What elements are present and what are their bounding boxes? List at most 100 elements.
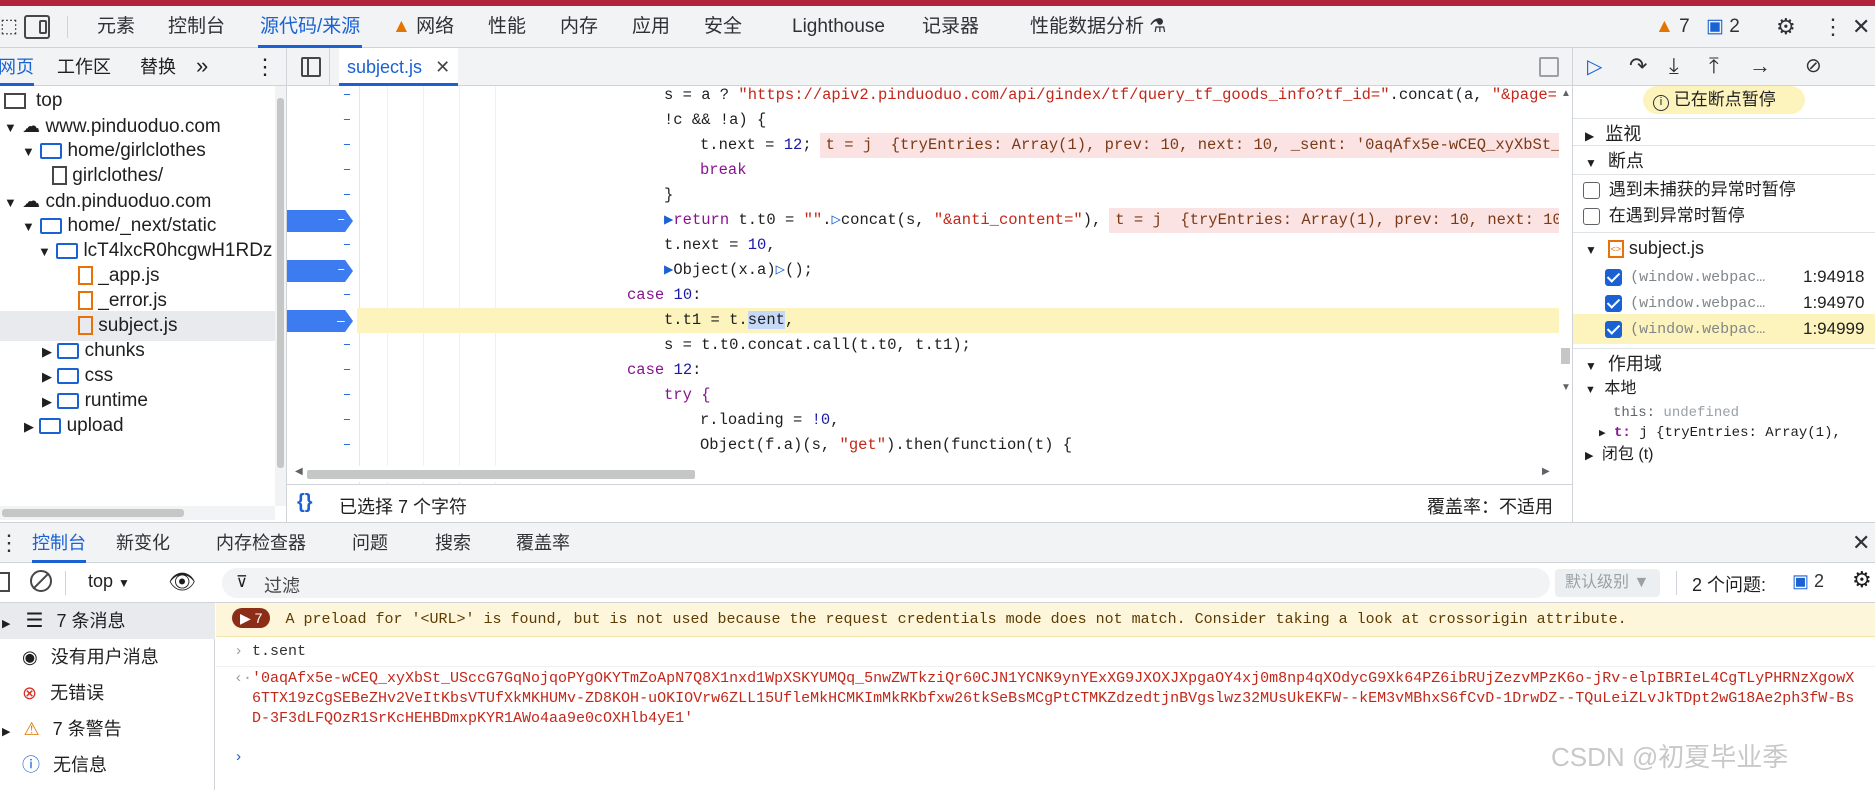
sidebar-item-label: 7 条消息: [56, 611, 126, 631]
tab-performance[interactable]: 性能: [488, 6, 526, 48]
tab-memory[interactable]: 内存: [560, 6, 598, 48]
code-keyword: try {: [664, 386, 711, 404]
debugger-sidebar: ▷ ↷ ⤓ ⤒ → ⊘ i 已在断点暂停 ▶ 监视 ▼ 断点 遇到未捕获的异常时…: [1572, 48, 1875, 522]
code-token: ,: [766, 236, 776, 254]
resume-icon[interactable]: ▷: [1587, 54, 1602, 79]
live-expression-eye-icon[interactable]: 👁: [168, 569, 196, 595]
file-tab-subject-js[interactable]: subject.js ✕: [339, 48, 459, 86]
dropdown-arrow-icon: ▼: [118, 576, 130, 590]
inline-value-preview[interactable]: t = j {tryEntries: Array(1), prev: 10, n…: [1109, 208, 1559, 233]
drawer-tab-search[interactable]: 搜索: [435, 523, 471, 563]
log-level-selector[interactable]: 默认级别 ▼: [1555, 569, 1660, 597]
deactivate-breakpoints-icon[interactable]: ⊘: [1805, 53, 1822, 78]
clear-console-icon[interactable]: [30, 570, 52, 592]
warnings-badge[interactable]: ▲ 7: [1655, 6, 1690, 48]
scrollbar-thumb[interactable]: [1561, 348, 1570, 364]
code-area[interactable]: – s = a ? "https://apiv2.pinduoduo.com/ap…: [287, 86, 1559, 496]
drawer-tab-console[interactable]: 控制台: [32, 523, 86, 563]
tab-page[interactable]: 网页: [0, 48, 34, 86]
checkbox-checked[interactable]: [1605, 320, 1622, 338]
editor-vertical-scrollbar[interactable]: ▲ ▼: [1559, 86, 1572, 496]
drawer-tab-coverage[interactable]: 覆盖率: [516, 523, 570, 563]
tab-recorder[interactable]: 记录器: [922, 6, 979, 48]
tab-network[interactable]: ▲ 网络: [392, 6, 454, 48]
tree-item-label: www.pinduoduo.com: [45, 116, 221, 137]
pause-caught-option[interactable]: 在遇到异常时暂停: [1573, 201, 1875, 231]
toggle-debugger-icon[interactable]: [1539, 57, 1559, 77]
code-editor: subject.js ✕ – s = a ? "https://apiv2.pin…: [287, 48, 1572, 522]
messages-badge[interactable]: ▣ 2: [1706, 6, 1740, 48]
checkbox-checked[interactable]: [1605, 294, 1622, 312]
breakpoint-file-group[interactable]: ▼ <> subject.js: [1573, 232, 1875, 262]
tab-console[interactable]: 控制台: [168, 6, 225, 48]
drawer-tab-memory-inspector[interactable]: 内存检查器: [216, 523, 306, 563]
scrollbar-thumb[interactable]: [277, 98, 284, 468]
tab-lighthouse[interactable]: Lighthouse: [792, 6, 885, 48]
scrollbar-thumb[interactable]: [2, 509, 184, 517]
sidebar-item-errors[interactable]: ⊗ 无错误: [0, 675, 215, 711]
console-result[interactable]: ‹· '0aqAfx5e-wCEQ_xyXbSt_USccG7GqNojqoPYg…: [216, 669, 1875, 729]
inline-breakpoint-icon[interactable]: ▶: [664, 261, 673, 279]
editor-horizontal-scrollbar[interactable]: ◀ ▶: [287, 466, 1559, 482]
drawer-tab-whats-new[interactable]: 新变化: [116, 523, 170, 563]
context-selector[interactable]: top ▼: [88, 571, 130, 592]
pretty-print-icon[interactable]: {}: [297, 491, 313, 514]
breakpoints-section-header[interactable]: ▼ 断点: [1573, 145, 1875, 175]
inline-breakpoint-icon[interactable]: ▷: [832, 211, 841, 229]
navigator-vertical-scrollbar[interactable]: [275, 86, 286, 506]
tab-application[interactable]: 应用: [632, 6, 670, 48]
tab-security[interactable]: 安全: [704, 6, 742, 48]
navigator-horizontal-scrollbar[interactable]: [0, 506, 275, 520]
sidebar-item-warnings[interactable]: ▶ ⚠ 7 条警告: [0, 711, 215, 747]
step-out-icon[interactable]: ⤒: [1709, 53, 1719, 79]
tree-item-label: home/girlclothes: [67, 140, 206, 161]
code-token: t.t1 = t.: [664, 311, 748, 329]
sidebar-item-info[interactable]: ⓘ 无信息: [0, 747, 215, 783]
breakpoint-item-active[interactable]: (window.webpac… 1:94999: [1573, 314, 1875, 344]
info-icon: ⓘ: [22, 755, 40, 775]
close-devtools-icon[interactable]: ✕: [1852, 6, 1870, 48]
checkbox[interactable]: [1583, 182, 1600, 200]
tab-overrides[interactable]: 替换: [140, 48, 176, 86]
tab-elements[interactable]: 元素: [97, 6, 135, 48]
sidebar-item-user-messages[interactable]: ◉ 没有用户消息: [0, 639, 215, 675]
code-line: – break: [287, 158, 1557, 183]
filter-input[interactable]: 过滤: [264, 572, 300, 598]
close-drawer-icon[interactable]: ✕: [1852, 523, 1870, 563]
sidebar-toggle-icon[interactable]: [0, 572, 10, 592]
sidebar-item-messages[interactable]: ▶ ☰ 7 条消息: [0, 603, 215, 639]
inline-breakpoint-icon[interactable]: ▷: [776, 261, 785, 279]
selected-text[interactable]: sent: [747, 311, 785, 329]
step-over-icon[interactable]: ↷: [1629, 53, 1647, 79]
inspect-icon[interactable]: ⬚: [0, 6, 18, 48]
console-warning-message[interactable]: ▶ 7 A preload for '<URL>' is found, but …: [216, 603, 1875, 637]
watch-section-header[interactable]: ▶ 监视: [1573, 118, 1875, 148]
tab-workspace[interactable]: 工作区: [57, 48, 111, 86]
inline-value-preview[interactable]: t = j {tryEntries: Array(1), prev: 10, n…: [819, 133, 1559, 158]
inline-breakpoint-icon[interactable]: ▶: [664, 211, 673, 229]
more-options-icon[interactable]: ⋮: [1822, 6, 1844, 48]
step-into-icon[interactable]: ⤓: [1669, 53, 1679, 79]
checkbox[interactable]: [1583, 208, 1600, 226]
scope-closure[interactable]: ▶ 闭包 (t): [1573, 440, 1875, 470]
warning-count-badge[interactable]: ▶ 7: [232, 608, 271, 628]
issues-badge[interactable]: ▣ 2: [1792, 571, 1824, 592]
close-tab-icon[interactable]: ✕: [435, 57, 450, 77]
navigator-menu-icon[interactable]: ⋮: [254, 48, 276, 86]
tab-performance-insights[interactable]: 性能数据分析 ⚗: [1030, 6, 1166, 48]
console-settings-gear-icon[interactable]: ⚙: [1852, 567, 1872, 593]
drawer-menu-icon[interactable]: ⋮: [0, 523, 20, 563]
drawer-tab-issues[interactable]: 问题: [352, 523, 388, 563]
step-icon[interactable]: →: [1749, 53, 1771, 79]
tab-sources[interactable]: 源代码/来源: [258, 6, 363, 48]
folder-icon: [39, 417, 62, 434]
device-toolbar-icon[interactable]: [24, 15, 50, 39]
settings-gear-icon[interactable]: ⚙: [1776, 6, 1796, 48]
console-filter[interactable]: ⊽ 过滤: [222, 568, 1550, 598]
scrollbar-thumb[interactable]: [307, 470, 695, 479]
checkbox-checked[interactable]: [1605, 268, 1622, 286]
tree-item-folder[interactable]: ▶ upload: [24, 411, 124, 441]
more-tabs-chevron-icon[interactable]: »: [196, 48, 208, 86]
toggle-navigator-icon[interactable]: [301, 57, 321, 77]
pause-uncaught-option[interactable]: 遇到未捕获的异常时暂停: [1573, 174, 1875, 204]
